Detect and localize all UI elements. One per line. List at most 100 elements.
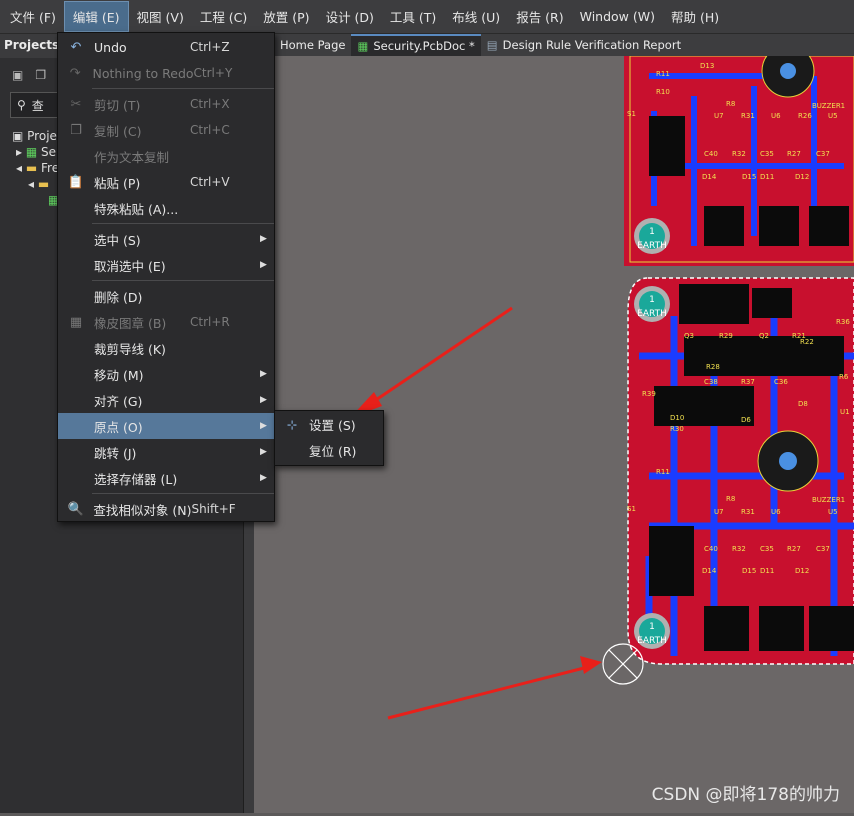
- undo-icon: ↶: [58, 34, 94, 60]
- menu-item-find-similar[interactable]: 🔍 查找相似对象 (N)Shift+F: [58, 496, 274, 522]
- svg-text:R22: R22: [800, 338, 814, 346]
- submenu-item-set-origin[interactable]: ⊹ 设置 (S): [275, 411, 383, 437]
- tab-security-pcbdoc[interactable]: ▦ Security.PcbDoc *: [351, 34, 480, 56]
- svg-text:EARTH: EARTH: [637, 636, 667, 646]
- svg-text:Q3: Q3: [684, 332, 694, 340]
- menu-separator: [92, 493, 274, 494]
- menu-item-slice-tracks[interactable]: 裁剪导线 (K): [58, 335, 274, 361]
- svg-text:R36: R36: [836, 318, 850, 326]
- annotation-arrows: [350, 308, 602, 718]
- chevron-right-icon: ▶: [260, 234, 274, 244]
- svg-text:1: 1: [649, 295, 655, 305]
- origin-submenu: ⊹ 设置 (S) 复位 (R): [274, 410, 384, 466]
- menu-window[interactable]: Window (W): [572, 4, 663, 29]
- chevron-right-icon: ▶: [260, 421, 274, 431]
- svg-text:C37: C37: [816, 545, 830, 553]
- rubber-stamp-icon: ▦: [58, 309, 94, 335]
- tab-home-page[interactable]: Home Page: [274, 34, 351, 56]
- menu-item-copy-as-text[interactable]: 作为文本复制: [58, 143, 274, 169]
- svg-text:R31: R31: [741, 508, 755, 516]
- menu-item-select[interactable]: 选中 (S)▶: [58, 226, 274, 252]
- menu-view[interactable]: 视图 (V): [129, 2, 192, 31]
- svg-text:EARTH: EARTH: [637, 241, 667, 251]
- search-icon: ⚲: [17, 98, 26, 112]
- svg-text:D8: D8: [798, 400, 808, 408]
- svg-text:R11: R11: [656, 468, 670, 476]
- svg-text:D15: D15: [742, 567, 756, 575]
- svg-text:R6: R6: [839, 373, 849, 381]
- menu-separator: [92, 88, 274, 89]
- chevron-right-icon: ▶: [260, 260, 274, 270]
- svg-text:C40: C40: [704, 150, 718, 158]
- menu-item-align[interactable]: 对齐 (G)▶: [58, 387, 274, 413]
- svg-text:D10: D10: [670, 414, 684, 422]
- svg-text:R32: R32: [732, 545, 746, 553]
- watermark: CSDN @即将178的帅力: [652, 780, 840, 805]
- menu-place[interactable]: 放置 (P): [255, 2, 317, 31]
- edit-menu-dropdown: ↶ UndoCtrl+Z ↷ Nothing to RedoCtrl+Y ✂ 剪…: [57, 32, 275, 522]
- copy-icon: ❐: [58, 117, 94, 143]
- menu-item-paste-special[interactable]: 特殊粘贴 (A)...: [58, 195, 274, 221]
- svg-text:U7: U7: [714, 508, 724, 516]
- menu-project[interactable]: 工程 (C): [192, 2, 255, 31]
- pcb-board-main: 1 EARTH 1 EARTH Q3 R29 Q2 R21 R28 C38 R3…: [627, 278, 854, 664]
- menu-item-selection-memory[interactable]: 选择存储器 (L)▶: [58, 465, 274, 491]
- menu-item-delete[interactable]: 删除 (D): [58, 283, 274, 309]
- svg-text:1: 1: [649, 227, 655, 237]
- menu-item-copy[interactable]: ❐ 复制 (C)Ctrl+C: [58, 117, 274, 143]
- svg-text:U5: U5: [828, 508, 838, 516]
- save-icon[interactable]: ▣: [12, 68, 23, 82]
- svg-text:C40: C40: [704, 545, 718, 553]
- menu-item-deselect[interactable]: 取消选中 (E)▶: [58, 252, 274, 278]
- chevron-right-icon: ▶: [260, 447, 274, 457]
- chevron-right-icon: ▶: [260, 369, 274, 379]
- copy-icon[interactable]: ❐: [35, 68, 46, 82]
- pcb-board-top: 1 EARTH R11 R10 S1 D13 R8 U7 R31 U6 R26 …: [624, 56, 854, 266]
- svg-text:R26: R26: [798, 112, 812, 120]
- menu-design[interactable]: 设计 (D): [318, 2, 382, 31]
- svg-text:EARTH: EARTH: [637, 309, 667, 319]
- svg-text:U5: U5: [828, 112, 838, 120]
- svg-text:D12: D12: [795, 173, 809, 181]
- svg-text:C37: C37: [816, 150, 830, 158]
- pcb-doc-icon: ▦: [357, 39, 368, 53]
- report-icon: ▤: [487, 38, 498, 52]
- svg-text:D14: D14: [702, 173, 717, 181]
- menu-file[interactable]: 文件 (F): [2, 2, 64, 31]
- svg-text:U6: U6: [771, 508, 781, 516]
- origin-set-icon: ⊹: [275, 417, 309, 432]
- menu-route[interactable]: 布线 (U): [444, 2, 508, 31]
- svg-text:S1: S1: [627, 505, 636, 513]
- svg-text:C38: C38: [704, 378, 718, 386]
- svg-text:R10: R10: [656, 88, 670, 96]
- menu-bar: 文件 (F) 编辑 (E) 视图 (V) 工程 (C) 放置 (P) 设计 (D…: [0, 0, 854, 34]
- svg-text:BUZZER1: BUZZER1: [812, 496, 845, 504]
- svg-text:R32: R32: [732, 150, 746, 158]
- menu-item-move[interactable]: 移动 (M)▶: [58, 361, 274, 387]
- menu-item-undo[interactable]: ↶ UndoCtrl+Z: [58, 34, 274, 60]
- menu-tools[interactable]: 工具 (T): [382, 2, 444, 31]
- svg-text:C36: C36: [774, 378, 788, 386]
- redo-icon: ↷: [58, 60, 92, 86]
- svg-text:D11: D11: [760, 567, 774, 575]
- menu-item-rubber-stamp[interactable]: ▦ 橡皮图章 (B)Ctrl+R: [58, 309, 274, 335]
- svg-text:R8: R8: [726, 495, 735, 503]
- svg-text:Q2: Q2: [759, 332, 769, 340]
- menu-edit[interactable]: 编辑 (E): [64, 1, 129, 32]
- menu-item-cut[interactable]: ✂ 剪切 (T)Ctrl+X: [58, 91, 274, 117]
- search-placeholder: 查: [32, 97, 44, 114]
- menu-item-origin[interactable]: 原点 (O)▶: [58, 413, 274, 439]
- svg-text:R37: R37: [741, 378, 755, 386]
- svg-text:R39: R39: [642, 390, 656, 398]
- menu-item-jump[interactable]: 跳转 (J)▶: [58, 439, 274, 465]
- submenu-item-reset-origin[interactable]: 复位 (R): [275, 437, 383, 463]
- menu-item-paste[interactable]: 📋 粘贴 (P)Ctrl+V: [58, 169, 274, 195]
- svg-text:BUZZER1: BUZZER1: [812, 102, 845, 110]
- svg-text:R27: R27: [787, 545, 801, 553]
- menu-reports[interactable]: 报告 (R): [508, 2, 571, 31]
- svg-text:D15: D15: [742, 173, 756, 181]
- menu-item-redo[interactable]: ↷ Nothing to RedoCtrl+Y: [58, 60, 274, 86]
- find-icon: 🔍: [58, 496, 93, 522]
- menu-help[interactable]: 帮助 (H): [663, 2, 727, 31]
- tab-drc-report[interactable]: ▤ Design Rule Verification Report: [481, 34, 687, 56]
